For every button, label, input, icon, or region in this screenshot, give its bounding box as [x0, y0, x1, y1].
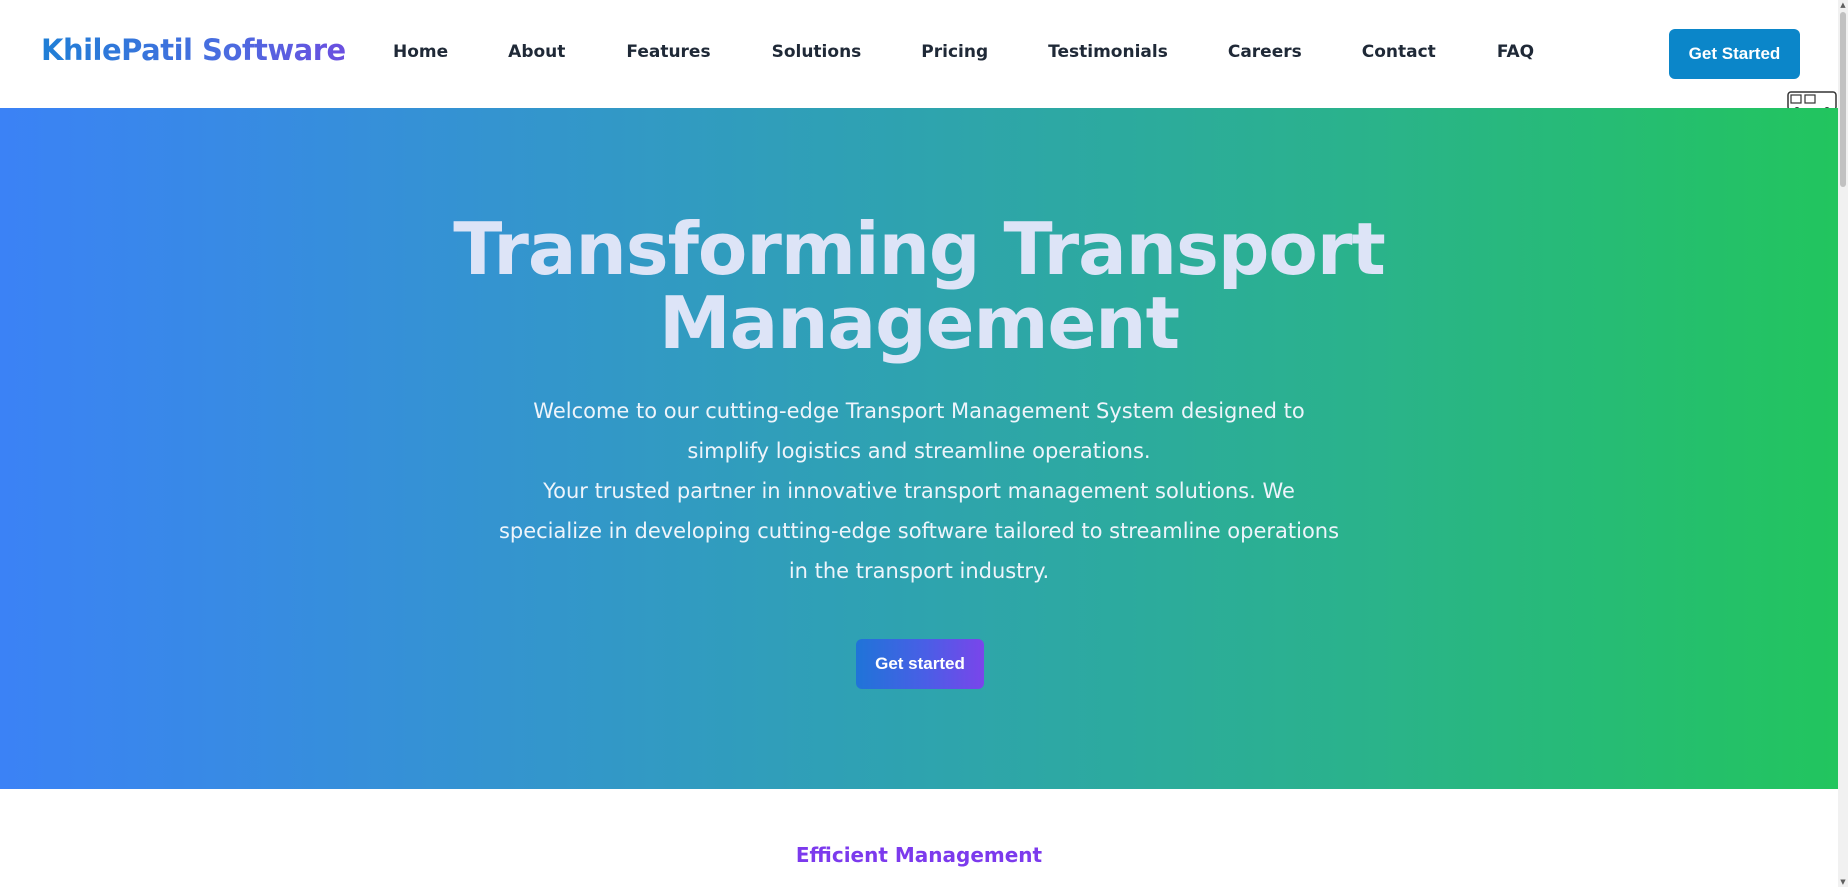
hero-title: Transforming Transport Management — [0, 212, 1838, 360]
scrollbar-thumb[interactable] — [1840, 12, 1846, 187]
hero-title-line-2: Management — [659, 281, 1180, 365]
nav-item-home[interactable]: Home — [393, 42, 448, 62]
nav-item-features[interactable]: Features — [626, 42, 710, 62]
hero-section: Transforming Transport Management Welcom… — [0, 108, 1838, 789]
hero-paragraph-2: Your trusted partner in innovative trans… — [498, 479, 1340, 583]
nav-item-testimonials[interactable]: Testimonials — [1048, 42, 1168, 62]
nav-item-solutions[interactable]: Solutions — [772, 42, 862, 62]
arrow-down-icon[interactable]: ▼ — [1839, 877, 1847, 887]
page: KhilePatil Software Home About Features … — [0, 0, 1848, 887]
nav-item-about[interactable]: About — [508, 42, 565, 62]
site-header: KhilePatil Software Home About Features … — [0, 0, 1838, 108]
bus-icon[interactable] — [1787, 86, 1837, 113]
nav-item-contact[interactable]: Contact — [1362, 42, 1436, 62]
section-eyebrow: Efficient Management — [795, 843, 1043, 867]
hero-title-line-1: Transforming Transport — [453, 207, 1386, 291]
main-nav: Home About Features Solutions Pricing Te… — [393, 42, 1534, 62]
header-get-started-button[interactable]: Get Started — [1669, 29, 1800, 79]
arrow-up-icon[interactable]: ▲ — [1839, 0, 1847, 10]
nav-item-careers[interactable]: Careers — [1228, 42, 1302, 62]
nav-item-faq[interactable]: FAQ — [1497, 42, 1534, 62]
hero-get-started-button[interactable]: Get started — [856, 639, 984, 689]
page-scrollbar[interactable]: ▲ ▼ — [1838, 0, 1848, 887]
hero-paragraph-1: Welcome to our cutting-edge Transport Ma… — [533, 399, 1305, 463]
brand-logo[interactable]: KhilePatil Software — [41, 33, 346, 67]
hero-description: Welcome to our cutting-edge Transport Ma… — [494, 391, 1344, 591]
nav-item-pricing[interactable]: Pricing — [921, 42, 988, 62]
